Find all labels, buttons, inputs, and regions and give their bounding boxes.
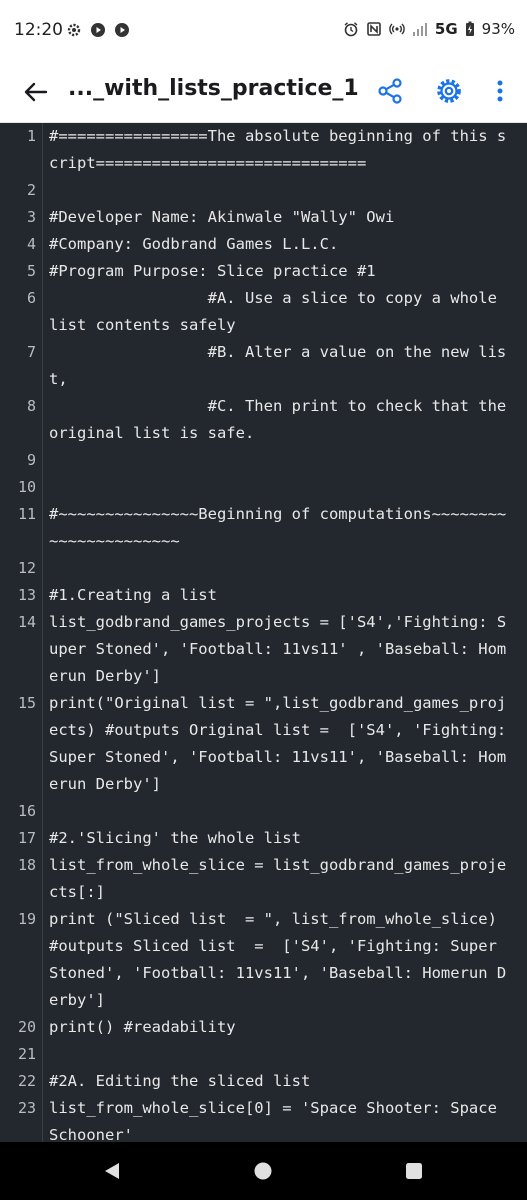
code-text: list_from_whole_slice[0] = 'Space Shoote… (49, 1099, 507, 1142)
line-number: 7 (26, 343, 36, 361)
code-editor[interactable]: 1 #================The absolute beginning… (0, 123, 527, 1142)
line-number: 20 (17, 1018, 36, 1036)
code-text: list_from_whole_slice = list_godbrand_ga… (49, 856, 507, 901)
network-type: 5G (434, 20, 458, 38)
code-text: ​ (49, 798, 515, 825)
line-number: 9 (26, 451, 36, 469)
line-number: 5 (26, 262, 36, 280)
code-text: print("Original list = ",list_godbrand_g… (49, 694, 516, 793)
code-lines: 1 #================The absolute beginning… (0, 123, 527, 1142)
code-line: 22 #2A. Editing the sliced list (0, 1068, 527, 1095)
settings-icon[interactable] (434, 76, 464, 106)
code-text: #B. Alter a value on the new list, (49, 343, 507, 388)
line-number: 13 (17, 586, 36, 604)
line-number: 15 (17, 694, 36, 712)
line-number: 2 (26, 181, 36, 199)
code-line: 2​ (0, 177, 527, 204)
gear-icon (67, 23, 81, 37)
line-number: 10 (17, 478, 36, 496)
code-line: 18 list_from_whole_slice = list_godbrand_… (0, 852, 527, 906)
back-arrow-icon[interactable] (22, 78, 50, 106)
nav-home-icon[interactable] (253, 1161, 273, 1181)
code-text: ​ (49, 177, 515, 204)
line-number: 22 (17, 1072, 36, 1090)
code-line: 16 ​ (0, 798, 527, 825)
code-line: 9​ (0, 447, 527, 474)
code-line: 17 #2.'Slicing' the whole list (0, 825, 527, 852)
code-line: 5 #Program Purpose: Slice practice #1 (0, 258, 527, 285)
line-number: 23 (17, 1099, 36, 1117)
code-text: print ("Sliced list = ", list_from_whole… (49, 910, 507, 1009)
play-circle-icon (115, 23, 129, 37)
line-number: 17 (17, 829, 36, 847)
code-text: #Developer Name: Akinwale "Wally" Owi (49, 208, 395, 226)
code-text: #Program Purpose: Slice practice #1 (49, 262, 376, 280)
code-text: #Company: Godbrand Games L.L.C. (49, 235, 339, 253)
line-number: 12 (17, 559, 36, 577)
more-vert-icon[interactable] (488, 77, 512, 105)
play-circle-icon (91, 23, 105, 37)
code-text: #~~~~~~~~~~~~~~~Beginning of computation… (49, 505, 507, 550)
code-line: 12 ​ (0, 555, 527, 582)
battery-charging-icon (465, 21, 474, 36)
line-number: 16 (17, 802, 36, 820)
code-line: 8 #C. Then print to check that the origi… (0, 393, 527, 447)
line-number: 21 (17, 1045, 36, 1063)
code-line: 1 #================The absolute beginning… (0, 123, 527, 177)
line-number: 11 (17, 505, 36, 523)
code-text: #================The absolute beginning … (49, 127, 507, 172)
line-number: 8 (26, 397, 36, 415)
code-text: #A. Use a slice to copy a whole list con… (49, 289, 507, 334)
code-text: print() #readability (49, 1018, 236, 1036)
code-line: 11 #~~~~~~~~~~~~~~~Beginning of computati… (0, 501, 527, 555)
code-line: 10 ​ (0, 474, 527, 501)
code-line: 14 list_godbrand_games_projects = ['S4','… (0, 609, 527, 690)
code-text: ​ (49, 474, 515, 501)
nav-back-icon[interactable] (102, 1161, 122, 1181)
code-line: 19 print ("Sliced list = ", list_from_who… (0, 906, 527, 1014)
signal-icon (412, 23, 427, 36)
line-number: 14 (17, 613, 36, 631)
line-number: 4 (26, 235, 36, 253)
app-bar: ..._with_lists_practice_1 (0, 64, 527, 123)
code-line: 15 print("Original list = ",list_godbrand… (0, 690, 527, 798)
code-line: 4 #Company: Godbrand Games L.L.C. (0, 231, 527, 258)
hotspot-icon (389, 23, 405, 35)
nav-recents-icon[interactable] (404, 1161, 424, 1181)
code-line: 20 print() #readability (0, 1014, 527, 1041)
code-text: #1.Creating a list (49, 586, 217, 604)
system-nav-bar (0, 1142, 527, 1200)
file-title: ..._with_lists_practice_1 (68, 76, 358, 101)
code-text: #2.'Slicing' the whole list (49, 829, 301, 847)
line-number: 19 (17, 910, 36, 928)
code-text: ​ (49, 447, 515, 474)
code-line: 7 #B. Alter a value on the new list, (0, 339, 527, 393)
status-time: 12:20 (14, 20, 63, 40)
code-line: 21 ​ (0, 1041, 527, 1068)
code-text: ​ (49, 1041, 515, 1068)
line-number: 3 (26, 208, 36, 226)
alarm-icon (344, 22, 358, 37)
code-line: 3 #Developer Name: Akinwale "Wally" Owi (0, 204, 527, 231)
code-text: ​ (49, 555, 515, 582)
line-number: 1 (26, 127, 36, 145)
battery-percent: 93% (481, 20, 515, 38)
nfc-icon (367, 22, 381, 36)
status-left-icons (66, 22, 130, 38)
code-line: 23 list_from_whole_slice[0] = 'Space Shoo… (0, 1095, 527, 1142)
line-number: 18 (17, 856, 36, 874)
code-text: #C. Then print to check that the origina… (49, 397, 516, 442)
share-icon[interactable] (376, 77, 404, 105)
status-bar: 12:20 5G 93% (0, 0, 527, 64)
status-right: 5G 93% (343, 20, 515, 38)
code-line: 13 #1.Creating a list (0, 582, 527, 609)
code-text: list_godbrand_games_projects = ['S4','Fi… (49, 613, 507, 685)
code-line: 6 #A. Use a slice to copy a whole list c… (0, 285, 527, 339)
line-number: 6 (26, 289, 36, 307)
code-text: #2A. Editing the sliced list (49, 1072, 311, 1090)
